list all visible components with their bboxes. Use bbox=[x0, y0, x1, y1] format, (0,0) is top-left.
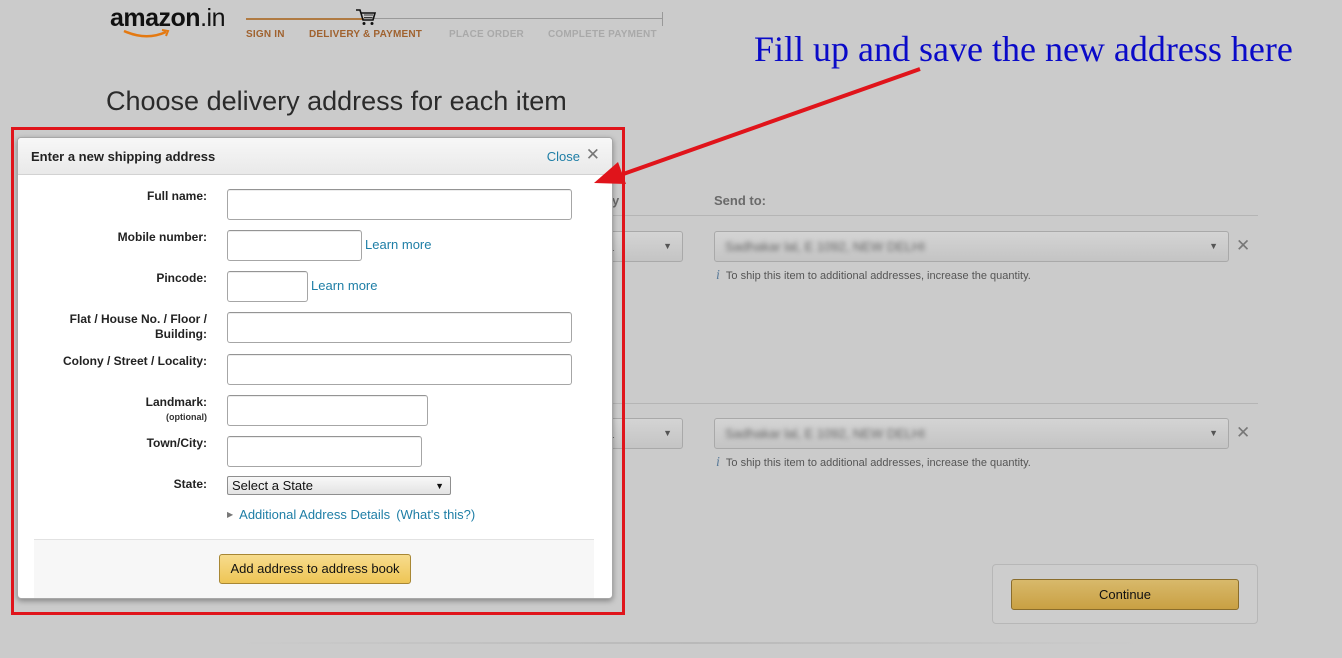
annotation-text: Fill up and save the new address here bbox=[754, 29, 1293, 69]
info-message: i To ship this item to additional address… bbox=[716, 268, 1031, 283]
checkout-progress-bar bbox=[246, 18, 663, 20]
send-to-address-select[interactable]: Sadhakar lal, E 1092, NEW DELHI ▼ bbox=[714, 418, 1229, 449]
chevron-down-icon: ▼ bbox=[1209, 241, 1218, 251]
row-divider bbox=[596, 215, 1258, 216]
send-to-address-select[interactable]: Sadhakar lal, E 1092, NEW DELHI ▼ bbox=[714, 231, 1229, 262]
row-divider bbox=[596, 403, 1258, 404]
cart-icon bbox=[356, 9, 377, 25]
progress-end-tick bbox=[662, 12, 663, 26]
chevron-down-icon: ▼ bbox=[663, 241, 672, 251]
info-message: i To ship this item to additional address… bbox=[716, 455, 1031, 470]
amazon-smile-icon bbox=[123, 29, 170, 38]
chevron-down-icon: ▼ bbox=[1209, 428, 1218, 438]
address-value: Sadhakar lal, E 1092, NEW DELHI bbox=[725, 239, 926, 254]
annotation-highlight-box bbox=[11, 127, 625, 615]
page-title: Choose delivery address for each item bbox=[106, 86, 567, 116]
chevron-down-icon: ▼ bbox=[663, 428, 672, 438]
continue-button[interactable]: Continue bbox=[1011, 579, 1239, 610]
remove-item-icon[interactable]: ✕ bbox=[1236, 236, 1250, 256]
info-icon: i bbox=[716, 268, 720, 283]
page-divider bbox=[240, 642, 1140, 644]
address-value: Sadhakar lal, E 1092, NEW DELHI bbox=[725, 426, 926, 441]
step-complete-payment: COMPLETE PAYMENT bbox=[548, 29, 657, 40]
arrow-line bbox=[611, 67, 921, 180]
remove-item-icon[interactable]: ✕ bbox=[1236, 423, 1250, 443]
step-sign-in: SIGN IN bbox=[246, 29, 285, 40]
info-icon: i bbox=[716, 455, 720, 470]
step-place-order: PLACE ORDER bbox=[449, 29, 524, 40]
step-delivery-payment: DELIVERY & PAYMENT bbox=[309, 29, 423, 40]
send-to-column-header: Send to: bbox=[714, 193, 766, 208]
